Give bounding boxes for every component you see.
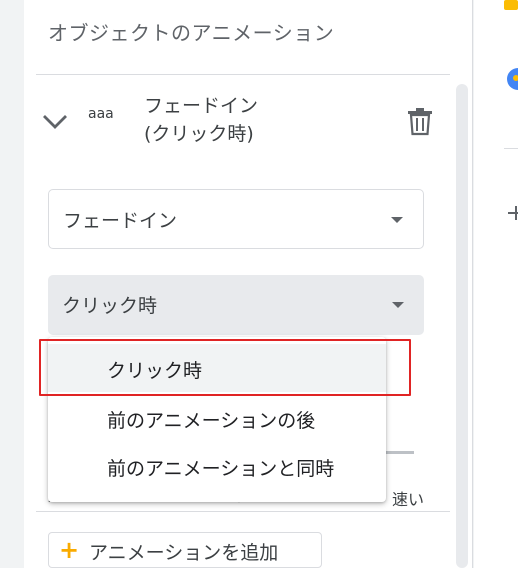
keep-icon[interactable] xyxy=(504,0,518,12)
caret-down-icon xyxy=(391,217,403,223)
side-panel xyxy=(474,0,518,568)
add-icon[interactable] xyxy=(508,205,518,221)
divider xyxy=(36,511,450,512)
plus-icon: + xyxy=(59,536,80,564)
divider xyxy=(504,148,518,149)
menu-item-with-previous[interactable]: 前のアニメーションと同時 xyxy=(48,442,386,490)
effect-select[interactable]: フェードイン xyxy=(48,189,424,249)
scrollbar[interactable] xyxy=(456,84,468,568)
menu-item-label: 前のアニメーションの後 xyxy=(107,410,316,432)
object-name: aaa xyxy=(88,106,114,122)
animation-title-line2: (クリック時) xyxy=(144,123,254,145)
animation-title: フェードイン (クリック時) xyxy=(144,92,258,148)
chevron-down-icon[interactable] xyxy=(40,106,70,136)
divider xyxy=(36,74,450,75)
effect-select-value: フェードイン xyxy=(63,210,178,232)
panel-title: オブジェクトのアニメーション xyxy=(48,21,335,45)
caret-down-icon xyxy=(392,302,404,308)
speed-fast-label: 速い xyxy=(392,490,425,509)
menu-item-label: 前のアニメーションと同時 xyxy=(107,458,335,480)
menu-item-after-previous[interactable]: 前のアニメーションの後 xyxy=(48,394,386,442)
trigger-select[interactable]: クリック時 xyxy=(48,275,424,335)
trigger-select-value: クリック時 xyxy=(62,295,158,317)
google-drive-icon[interactable] xyxy=(504,66,518,92)
animation-title-line1: フェードイン xyxy=(144,95,259,117)
add-animation-button[interactable]: + アニメーションを追加 xyxy=(48,532,322,568)
animation-item-header[interactable]: aaa フェードイン (クリック時) xyxy=(40,92,440,154)
trash-icon[interactable] xyxy=(406,106,434,136)
add-animation-label: アニメーションを追加 xyxy=(89,542,279,564)
highlight-box xyxy=(39,339,411,396)
